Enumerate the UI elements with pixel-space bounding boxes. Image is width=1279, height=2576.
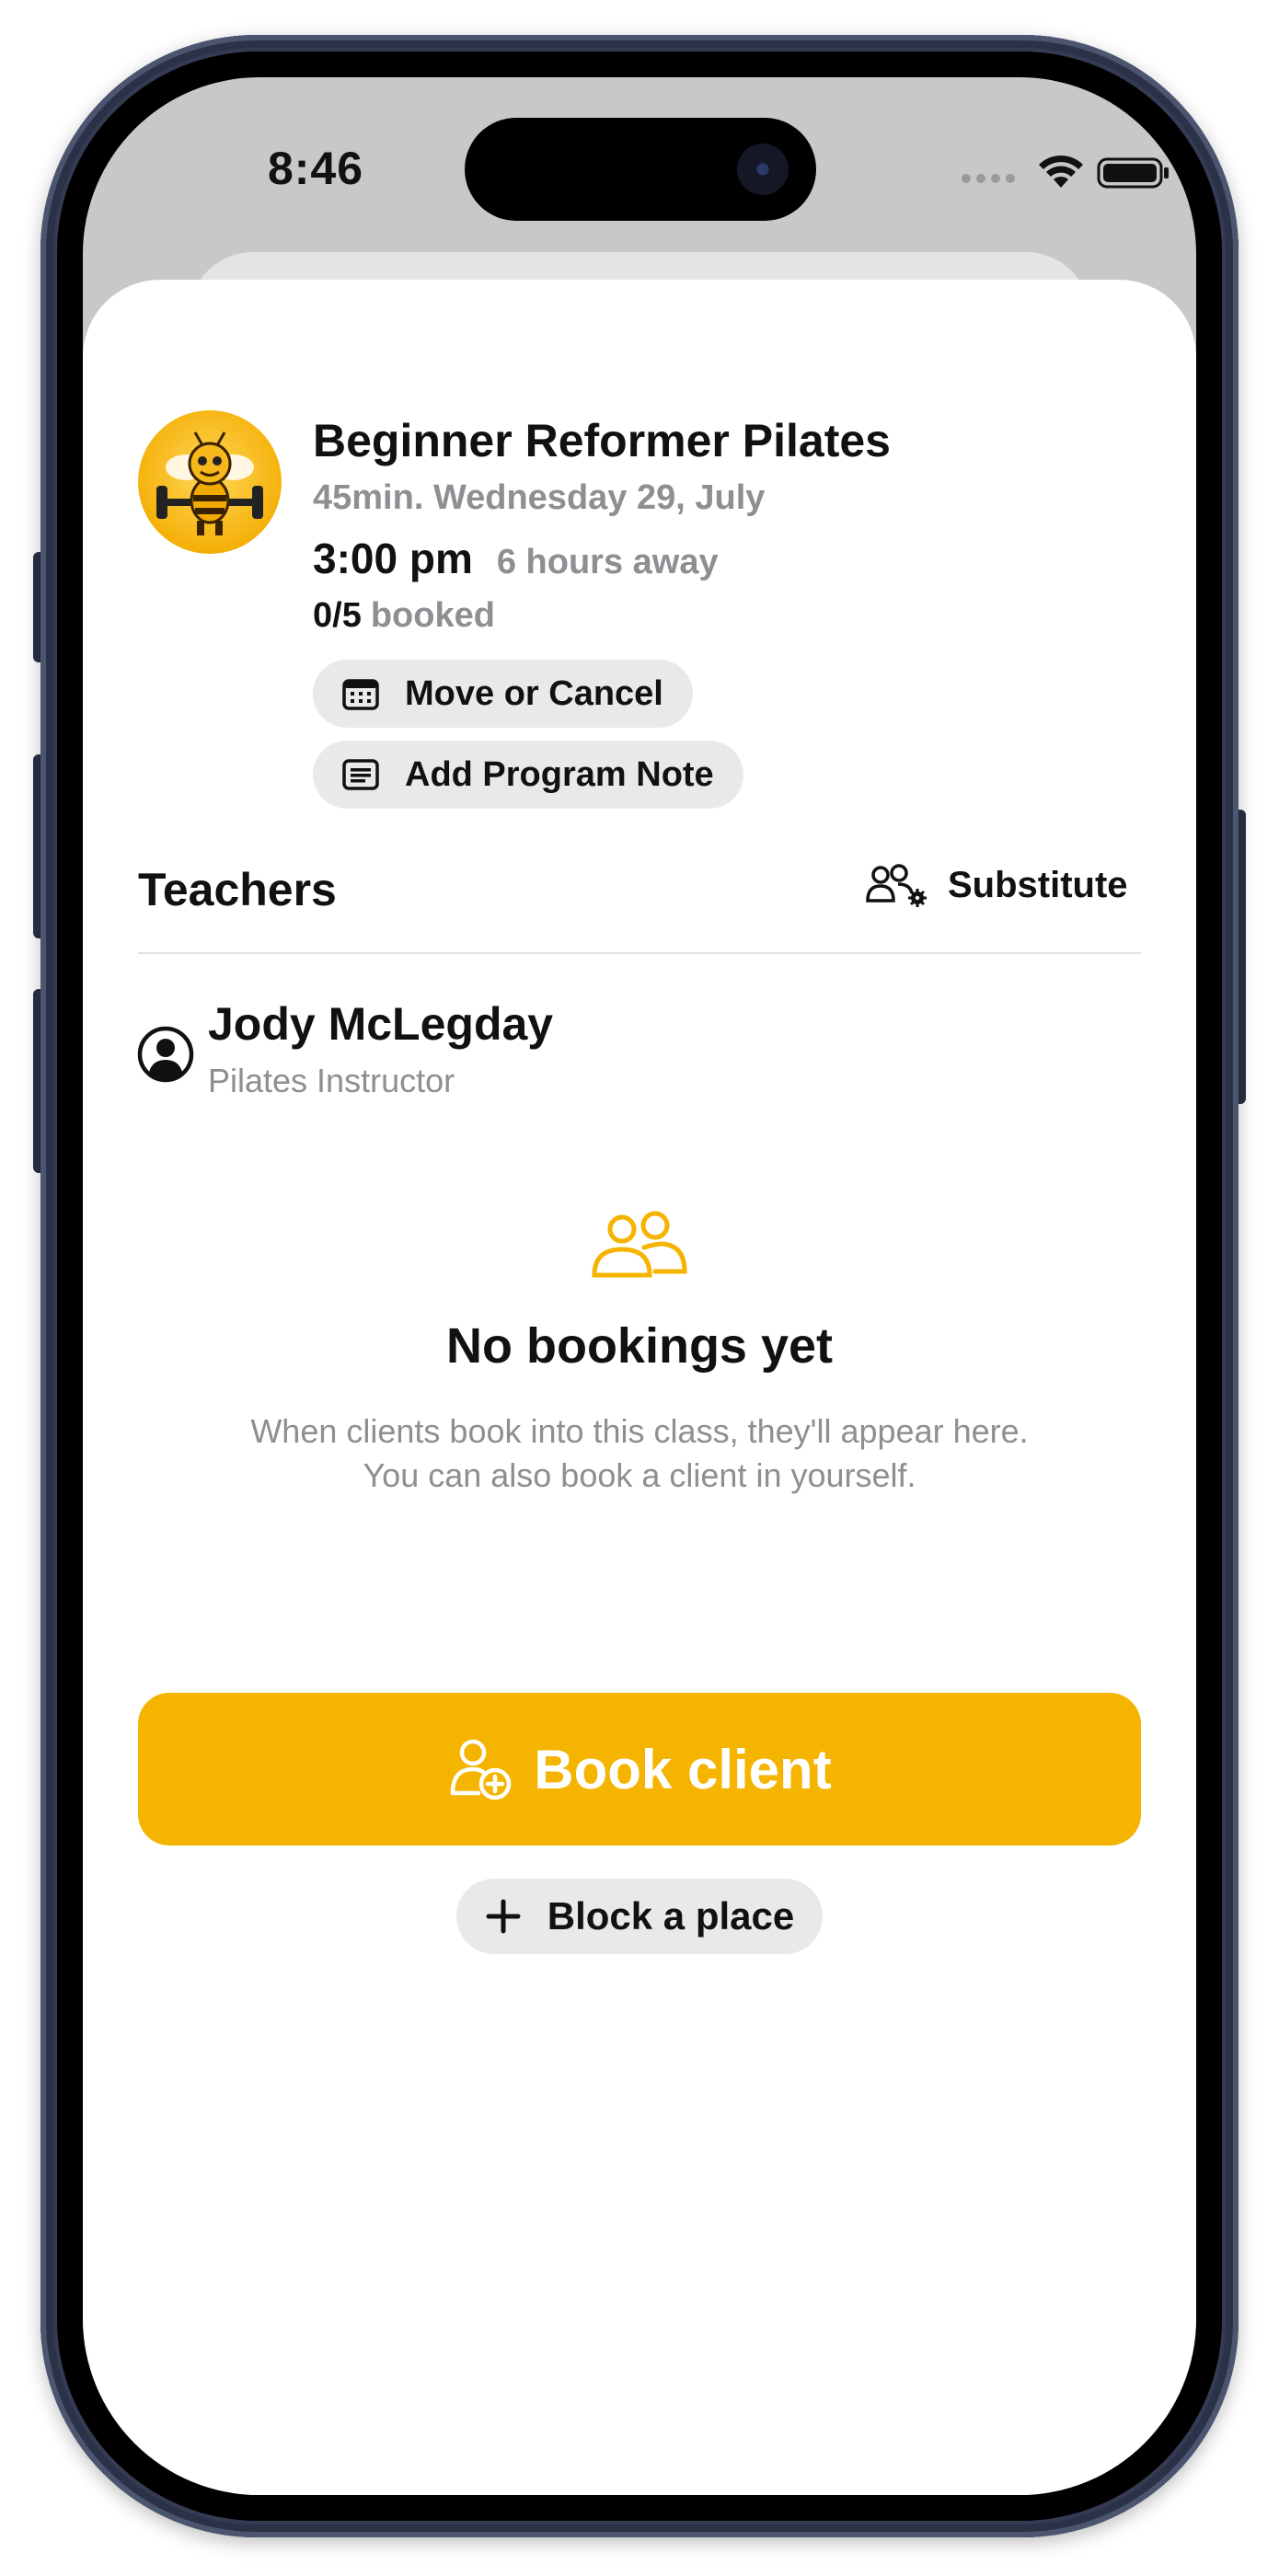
book-client-label: Book client — [534, 1738, 832, 1800]
class-title: Beginner Reformer Pilates — [313, 415, 891, 466]
booked-label: booked — [370, 596, 495, 635]
teacher-name: Jody McLegday — [208, 998, 554, 1050]
screen: 8:46 Beginner Reformer Pilates 45min. We… — [83, 77, 1196, 2495]
camera-icon — [737, 144, 789, 195]
empty-state-description: When clients book into this class, they'… — [83, 1409, 1196, 1498]
add-person-icon — [451, 1739, 512, 1800]
booked-status: 0/5 booked — [313, 596, 495, 636]
class-start-time: 3:00 pm — [313, 535, 473, 582]
plus-icon — [486, 1899, 521, 1934]
block-a-place-label: Block a place — [547, 1894, 795, 1938]
bee-mascot-icon — [156, 431, 263, 535]
wifi-icon — [1039, 155, 1083, 188]
status-icons — [874, 149, 1169, 195]
move-or-cancel-label: Move or Cancel — [405, 673, 663, 713]
teacher-role: Pilates Instructor — [208, 1062, 455, 1099]
substitute-button[interactable]: Substitute — [865, 857, 1128, 913]
book-client-button[interactable]: Book client — [138, 1693, 1141, 1846]
note-icon — [342, 759, 379, 790]
signal-icon — [962, 174, 1015, 183]
empty-state-title: No bookings yet — [445, 1318, 834, 1374]
calendar-icon — [342, 679, 379, 710]
class-time-row: 3:00 pm 6 hours away — [313, 534, 719, 583]
class-detail-sheet: Beginner Reformer Pilates 45min. Wednesd… — [83, 280, 1196, 2495]
substitute-label: Substitute — [948, 864, 1128, 905]
class-duration-date: 45min. Wednesday 29, July — [313, 478, 766, 517]
empty-state-line-2: You can also book a client in yourself. — [363, 1456, 916, 1494]
empty-state-line-1: When clients book into this class, they'… — [250, 1412, 1029, 1450]
teachers-divider — [138, 952, 1141, 954]
battery-icon — [1097, 157, 1169, 189]
person-circle-icon — [137, 1026, 194, 1083]
class-time-away: 6 hours away — [496, 543, 719, 581]
substitute-icon — [866, 864, 927, 907]
block-a-place-button[interactable]: Block a place — [456, 1879, 823, 1954]
add-program-note-button[interactable]: Add Program Note — [313, 741, 743, 809]
status-time: 8:46 — [267, 143, 364, 194]
people-icon — [592, 1211, 687, 1278]
teachers-heading: Teachers — [138, 864, 337, 915]
class-avatar — [138, 410, 282, 554]
add-program-note-label: Add Program Note — [405, 754, 714, 794]
booked-count: 0/5 — [313, 596, 362, 635]
move-or-cancel-button[interactable]: Move or Cancel — [313, 660, 693, 728]
dynamic-island — [465, 118, 816, 221]
